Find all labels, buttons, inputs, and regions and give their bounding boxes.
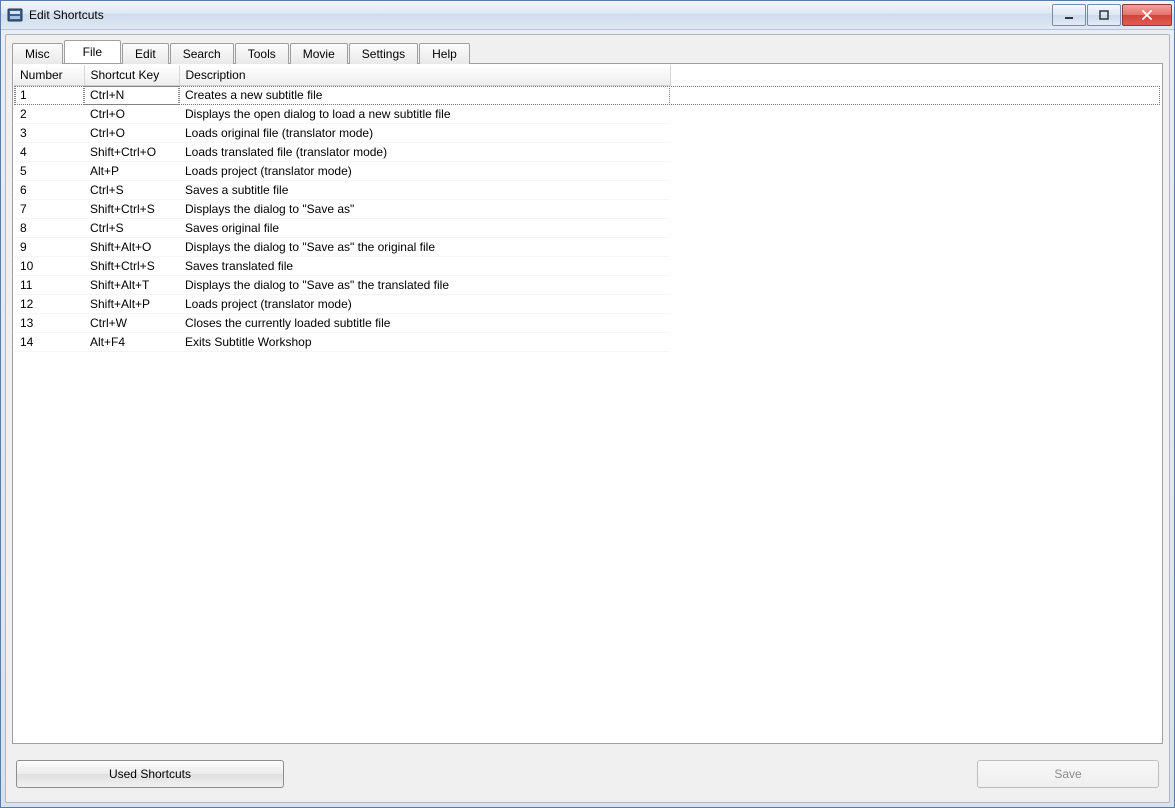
cell-number: 8 — [14, 219, 84, 238]
table-row[interactable]: 2Ctrl+ODisplays the open dialog to load … — [14, 105, 1161, 124]
cell-description: Displays the dialog to "Save as" the tra… — [179, 276, 670, 295]
tab-search[interactable]: Search — [170, 43, 234, 64]
cell-shortcut: Shift+Alt+O — [84, 238, 179, 257]
cell-description: Loads original file (translator mode) — [179, 124, 670, 143]
shortcuts-grid[interactable]: Number Shortcut Key Description 1Ctrl+NC… — [14, 65, 1161, 742]
cell-number: 11 — [14, 276, 84, 295]
table-row[interactable]: 8Ctrl+SSaves original file — [14, 219, 1161, 238]
cell-description: Loads project (translator mode) — [179, 295, 670, 314]
table-row[interactable]: 5Alt+PLoads project (translator mode) — [14, 162, 1161, 181]
cell-number: 3 — [14, 124, 84, 143]
cell-description: Displays the dialog to "Save as" the ori… — [179, 238, 670, 257]
titlebar[interactable]: Edit Shortcuts — [1, 1, 1174, 30]
table-row[interactable]: 9Shift+Alt+ODisplays the dialog to "Save… — [14, 238, 1161, 257]
cell-shortcut: Ctrl+O — [84, 105, 179, 124]
cell-shortcut: Shift+Alt+P — [84, 295, 179, 314]
maximize-button[interactable] — [1087, 4, 1121, 26]
minimize-button[interactable] — [1052, 4, 1086, 26]
table-row[interactable]: 12Shift+Alt+PLoads project (translator m… — [14, 295, 1161, 314]
cell-number: 9 — [14, 238, 84, 257]
window-title: Edit Shortcuts — [29, 8, 104, 22]
cell-number: 1 — [14, 86, 84, 105]
close-button[interactable] — [1122, 4, 1172, 26]
cell-description: Loads translated file (translator mode) — [179, 143, 670, 162]
cell-shortcut: Shift+Ctrl+S — [84, 257, 179, 276]
cell-description: Displays the open dialog to load a new s… — [179, 105, 670, 124]
table-header-row: Number Shortcut Key Description — [14, 65, 1161, 86]
cell-shortcut: Alt+P — [84, 162, 179, 181]
cell-number: 13 — [14, 314, 84, 333]
used-shortcuts-button[interactable]: Used Shortcuts — [16, 760, 284, 788]
window-controls — [1051, 4, 1172, 26]
cell-shortcut: Ctrl+S — [84, 181, 179, 200]
table-row[interactable]: 13Ctrl+WCloses the currently loaded subt… — [14, 314, 1161, 333]
shortcuts-table: Number Shortcut Key Description 1Ctrl+NC… — [14, 65, 1161, 352]
tab-panel: Number Shortcut Key Description 1Ctrl+NC… — [12, 63, 1163, 744]
cell-description: Displays the dialog to "Save as" — [179, 200, 670, 219]
column-header-description[interactable]: Description — [179, 65, 670, 86]
table-row[interactable]: 1Ctrl+NCreates a new subtitle file — [14, 86, 1161, 105]
tab-movie[interactable]: Movie — [290, 43, 348, 64]
tab-edit[interactable]: Edit — [122, 43, 169, 64]
tab-misc[interactable]: Misc — [12, 43, 63, 64]
tab-tools[interactable]: Tools — [235, 43, 289, 64]
cell-shortcut: Ctrl+N — [84, 86, 179, 105]
cell-number: 12 — [14, 295, 84, 314]
table-row[interactable]: 14Alt+F4Exits Subtitle Workshop — [14, 333, 1161, 352]
cell-description: Saves original file — [179, 219, 670, 238]
table-row[interactable]: 11Shift+Alt+TDisplays the dialog to "Sav… — [14, 276, 1161, 295]
table-row[interactable]: 3Ctrl+OLoads original file (translator m… — [14, 124, 1161, 143]
cell-number: 5 — [14, 162, 84, 181]
cell-description: Saves translated file — [179, 257, 670, 276]
cell-number: 6 — [14, 181, 84, 200]
column-header-shortcut[interactable]: Shortcut Key — [84, 65, 179, 86]
app-icon — [7, 7, 23, 23]
window-frame: Edit Shortcuts MiscFileEditSearchToolsMo… — [0, 0, 1175, 808]
client-area: MiscFileEditSearchToolsMovieSettingsHelp… — [5, 34, 1170, 803]
table-row[interactable]: 10Shift+Ctrl+SSaves translated file — [14, 257, 1161, 276]
tab-bar: MiscFileEditSearchToolsMovieSettingsHelp — [12, 39, 1163, 63]
cell-shortcut: Shift+Alt+T — [84, 276, 179, 295]
cell-description: Creates a new subtitle file — [179, 86, 670, 105]
cell-shortcut: Ctrl+O — [84, 124, 179, 143]
cell-description: Saves a subtitle file — [179, 181, 670, 200]
tab-settings[interactable]: Settings — [349, 43, 418, 64]
cell-number: 7 — [14, 200, 84, 219]
cell-shortcut: Ctrl+W — [84, 314, 179, 333]
cell-description: Closes the currently loaded subtitle fil… — [179, 314, 670, 333]
table-row[interactable]: 6Ctrl+SSaves a subtitle file — [14, 181, 1161, 200]
save-button[interactable]: Save — [977, 760, 1159, 788]
cell-shortcut: Alt+F4 — [84, 333, 179, 352]
cell-number: 14 — [14, 333, 84, 352]
cell-shortcut: Ctrl+S — [84, 219, 179, 238]
cell-description: Loads project (translator mode) — [179, 162, 670, 181]
column-header-number[interactable]: Number — [14, 65, 84, 86]
cell-shortcut: Shift+Ctrl+S — [84, 200, 179, 219]
cell-number: 10 — [14, 257, 84, 276]
table-row[interactable]: 7Shift+Ctrl+SDisplays the dialog to "Sav… — [14, 200, 1161, 219]
footer: Used Shortcuts Save — [12, 744, 1163, 796]
tab-help[interactable]: Help — [419, 43, 470, 64]
tab-file[interactable]: File — [64, 40, 121, 63]
cell-description: Exits Subtitle Workshop — [179, 333, 670, 352]
cell-number: 2 — [14, 105, 84, 124]
cell-number: 4 — [14, 143, 84, 162]
cell-shortcut: Shift+Ctrl+O — [84, 143, 179, 162]
table-row[interactable]: 4Shift+Ctrl+OLoads translated file (tran… — [14, 143, 1161, 162]
